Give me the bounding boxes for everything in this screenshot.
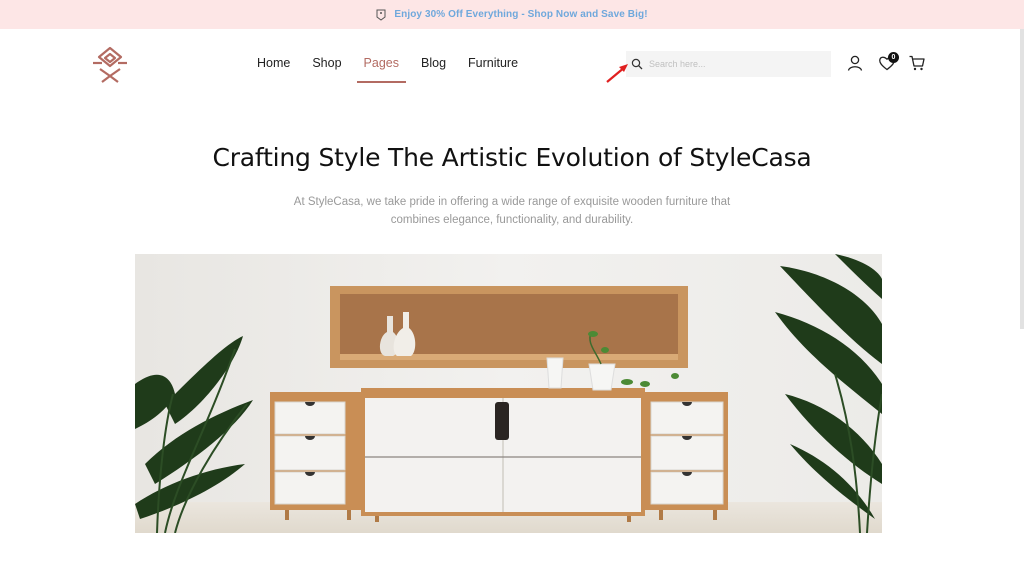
user-icon[interactable]: [846, 54, 864, 72]
page-title: Crafting Style The Artistic Evolution of…: [212, 143, 812, 172]
search-input[interactable]: [649, 59, 819, 69]
hero-image: [135, 254, 882, 533]
promo-text[interactable]: Enjoy 30% Off Everything - Shop Now and …: [394, 9, 647, 20]
page-scrollbar[interactable]: [1020, 29, 1024, 329]
nav-furniture[interactable]: Furniture: [461, 49, 525, 79]
site-header: Home Shop Pages Blog Furniture 0: [0, 29, 1024, 99]
nav-home[interactable]: Home: [250, 49, 297, 79]
tag-icon: [376, 9, 386, 21]
search-icon[interactable]: [631, 58, 643, 70]
cart-icon[interactable]: [908, 54, 926, 72]
stylecasa-logo[interactable]: [88, 45, 132, 85]
nav-pages[interactable]: Pages: [356, 49, 407, 83]
announcement-bar: Enjoy 30% Off Everything - Shop Now and …: [0, 0, 1024, 29]
search-box[interactable]: [626, 51, 831, 77]
nav-blog[interactable]: Blog: [414, 49, 453, 79]
nav-shop[interactable]: Shop: [305, 49, 348, 79]
pointer-arrow-icon: [606, 64, 628, 83]
page-subtitle: At StyleCasa, we take pride in offering …: [293, 196, 731, 226]
wishlist-count-badge: 0: [888, 52, 899, 63]
main-nav: Home Shop Pages Blog Furniture: [250, 49, 533, 83]
